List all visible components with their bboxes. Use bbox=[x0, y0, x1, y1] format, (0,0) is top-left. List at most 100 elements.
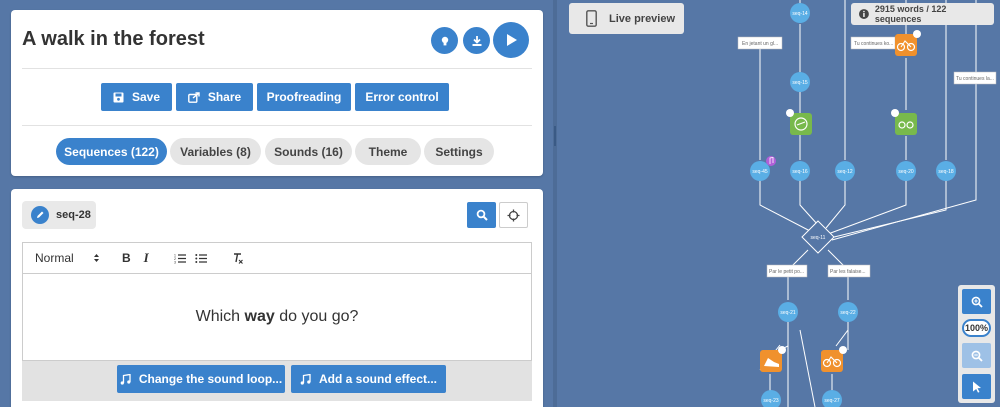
sequence-node[interactable]: seq-27 bbox=[822, 390, 842, 407]
sequence-node[interactable]: seq-22 bbox=[838, 302, 858, 322]
choice-label[interactable]: Par les falaise... bbox=[827, 264, 871, 278]
story-stats-badge: 2915 words / 122 sequences bbox=[851, 3, 994, 25]
smartphone-icon bbox=[586, 10, 597, 27]
sequence-node[interactable]: seq-23 bbox=[761, 390, 781, 407]
sequence-node[interactable]: seq-20 bbox=[896, 161, 916, 181]
bullet-list-icon[interactable] bbox=[195, 253, 207, 264]
svg-text:Tu continues ko...: Tu continues ko... bbox=[854, 41, 893, 47]
svg-text:3: 3 bbox=[174, 260, 176, 264]
editor-text-before: Which bbox=[195, 307, 245, 325]
music-note-icon bbox=[120, 373, 131, 385]
sequence-text-editor[interactable]: Which way do you go? bbox=[22, 273, 532, 361]
info-icon bbox=[859, 9, 869, 19]
tab-settings[interactable]: Settings bbox=[424, 138, 494, 165]
svg-text:Tu continues la...: Tu continues la... bbox=[956, 76, 994, 82]
music-note-badge-icon bbox=[766, 156, 776, 166]
tab-theme[interactable]: Theme bbox=[355, 138, 421, 165]
divider bbox=[22, 68, 532, 69]
svg-text:En jetant un gl...: En jetant un gl... bbox=[742, 41, 778, 47]
share-button[interactable]: Share bbox=[176, 83, 253, 111]
svg-text:seq-45: seq-45 bbox=[752, 169, 768, 175]
lightbulb-icon bbox=[441, 36, 448, 45]
download-icon bbox=[472, 35, 481, 46]
decision-node[interactable]: seq-11 bbox=[801, 220, 835, 254]
share-label: Share bbox=[207, 90, 242, 104]
svg-text:seq-15: seq-15 bbox=[792, 80, 808, 86]
pencil-icon bbox=[31, 206, 49, 224]
svg-text:seq-16: seq-16 bbox=[792, 169, 808, 175]
ordered-list-icon[interactable]: 123 bbox=[174, 253, 186, 264]
orange-tile-bicycle-icon[interactable] bbox=[821, 346, 847, 372]
music-note-icon bbox=[300, 373, 311, 385]
tab-variables[interactable]: Variables (8) bbox=[170, 138, 261, 165]
proofreading-label: Proofreading bbox=[266, 90, 342, 104]
add-sound-effect-button[interactable]: Add a sound effect... bbox=[291, 365, 446, 393]
save-label: Save bbox=[131, 90, 161, 104]
splitter-grip[interactable] bbox=[554, 126, 556, 146]
story-title: A walk in the forest bbox=[22, 28, 205, 50]
clear-format-icon[interactable] bbox=[232, 252, 244, 264]
live-preview-button[interactable]: Live preview bbox=[569, 3, 684, 34]
save-button[interactable]: Save bbox=[101, 83, 172, 111]
select-arrows-icon bbox=[94, 254, 99, 262]
sound-bar: Change the sound loop... Add a sound eff… bbox=[22, 361, 532, 401]
error-control-button[interactable]: Error control bbox=[355, 83, 449, 111]
svg-text:Par les falaise...: Par les falaise... bbox=[830, 269, 866, 275]
editor-text-bold: way bbox=[244, 307, 275, 325]
svg-text:seq-27: seq-27 bbox=[824, 398, 840, 404]
play-button[interactable] bbox=[493, 22, 529, 58]
svg-text:seq-14: seq-14 bbox=[792, 11, 808, 17]
story-graph-canvas[interactable]: En jetant un gl... Tu continues ko... Tu… bbox=[557, 0, 1000, 407]
pointer-icon bbox=[972, 381, 981, 393]
select-mode-button[interactable] bbox=[962, 374, 991, 399]
orange-tile-shoe-icon[interactable] bbox=[760, 346, 786, 372]
orange-tile-bicycle-icon[interactable] bbox=[895, 30, 921, 56]
zoom-reset-button[interactable]: 100% bbox=[962, 319, 991, 337]
change-sound-loop-label: Change the sound loop... bbox=[138, 372, 283, 386]
zoom-out-icon bbox=[971, 350, 983, 362]
svg-text:seq-18: seq-18 bbox=[938, 169, 954, 175]
choice-label[interactable]: Tu continues ko... bbox=[850, 36, 896, 50]
choice-label[interactable]: Par le petit po... bbox=[766, 264, 808, 278]
sequence-node[interactable]: seq-21 bbox=[778, 302, 798, 322]
sequence-name: seq-28 bbox=[56, 209, 91, 221]
proofreading-button[interactable]: Proofreading bbox=[257, 83, 351, 111]
sequence-node[interactable]: seq-16 bbox=[790, 161, 810, 181]
share-icon bbox=[187, 91, 200, 103]
svg-text:seq-12: seq-12 bbox=[837, 169, 853, 175]
hint-button[interactable] bbox=[431, 27, 458, 54]
locate-button[interactable] bbox=[499, 202, 528, 228]
error-control-label: Error control bbox=[365, 90, 439, 104]
tab-sounds[interactable]: Sounds (16) bbox=[265, 138, 352, 165]
bold-button[interactable]: B bbox=[122, 251, 131, 265]
live-preview-label: Live preview bbox=[609, 12, 676, 25]
format-select[interactable]: Normal bbox=[35, 251, 83, 265]
choice-label[interactable]: Tu continues la... bbox=[953, 71, 997, 85]
sequence-node[interactable]: seq-18 bbox=[936, 161, 956, 181]
sequence-name-pill[interactable]: seq-28 bbox=[22, 201, 96, 229]
zoom-in-button[interactable] bbox=[962, 289, 991, 314]
svg-text:Par le petit po...: Par le petit po... bbox=[769, 269, 804, 275]
sequence-node[interactable]: seq-14 bbox=[790, 3, 810, 23]
change-sound-loop-button[interactable]: Change the sound loop... bbox=[117, 365, 285, 393]
green-tile-bird-icon[interactable] bbox=[786, 109, 812, 135]
search-icon bbox=[476, 209, 488, 221]
search-button[interactable] bbox=[467, 202, 496, 228]
svg-text:seq-20: seq-20 bbox=[898, 169, 914, 175]
play-icon bbox=[507, 34, 517, 46]
italic-button[interactable]: I bbox=[144, 250, 149, 266]
download-button[interactable] bbox=[463, 27, 490, 54]
tab-sequences[interactable]: Sequences (122) bbox=[56, 138, 167, 165]
choice-label[interactable]: En jetant un gl... bbox=[737, 36, 783, 50]
story-stats: 2915 words / 122 sequences bbox=[874, 4, 947, 24]
svg-text:seq-22: seq-22 bbox=[840, 310, 856, 316]
zoom-out-button[interactable] bbox=[962, 343, 991, 368]
sequence-node[interactable]: seq-15 bbox=[790, 72, 810, 92]
story-header-card: A walk in the forest Save Share Proofrea… bbox=[11, 10, 543, 176]
svg-text:seq-23: seq-23 bbox=[763, 398, 779, 404]
green-tile-glasses-icon[interactable] bbox=[891, 109, 917, 135]
editor-text-after: do you go? bbox=[274, 307, 359, 325]
sequence-node[interactable]: seq-12 bbox=[835, 161, 855, 181]
zoom-controls: 100% bbox=[958, 285, 995, 403]
crosshair-icon bbox=[507, 209, 520, 221]
